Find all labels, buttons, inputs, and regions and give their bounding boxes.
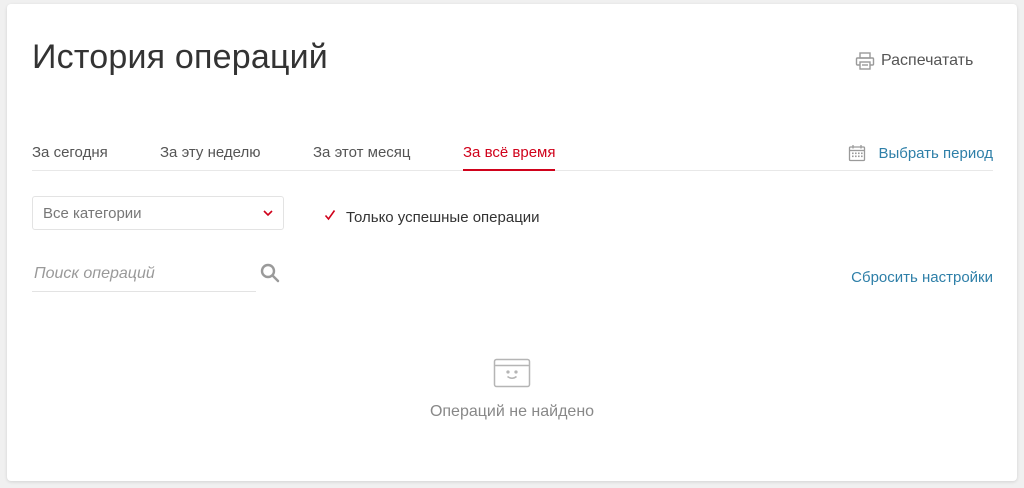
tab-this-month[interactable]: За этот месяц [313, 144, 411, 170]
search-field [32, 259, 260, 292]
success-only-label: Только успешные операции [346, 208, 540, 226]
tab-this-week[interactable]: За эту неделю [160, 144, 261, 170]
category-select[interactable]: Все категории [32, 196, 284, 230]
period-tabs: За сегодня За эту неделю За этот месяц З… [32, 144, 993, 171]
print-button[interactable]: Распечатать [855, 52, 973, 70]
empty-message: Операций не найдено [429, 403, 595, 420]
category-select-value: Все категории [43, 204, 142, 222]
chevron-down-icon [263, 204, 273, 222]
calendar-icon [848, 144, 866, 162]
select-period-label: Выбрать период [878, 144, 993, 162]
checkmark-icon [324, 208, 336, 226]
search-input[interactable] [32, 259, 260, 289]
print-label: Распечатать [881, 52, 974, 69]
printer-icon [855, 52, 875, 70]
success-only-checkbox[interactable]: Только успешные операции [324, 208, 540, 226]
empty-state: Операций не найдено [7, 358, 1017, 421]
tab-all-time[interactable]: За всё время [463, 144, 556, 171]
empty-box-icon [493, 358, 531, 393]
search-icon[interactable] [260, 263, 280, 288]
select-period-link[interactable]: Выбрать период [848, 144, 993, 162]
reset-settings-link[interactable]: Сбросить настройки [851, 269, 993, 286]
operations-card: История операций Распечатать За сегодня … [7, 4, 1017, 481]
tab-today[interactable]: За сегодня [32, 144, 108, 170]
page-title: История операций [32, 38, 329, 76]
